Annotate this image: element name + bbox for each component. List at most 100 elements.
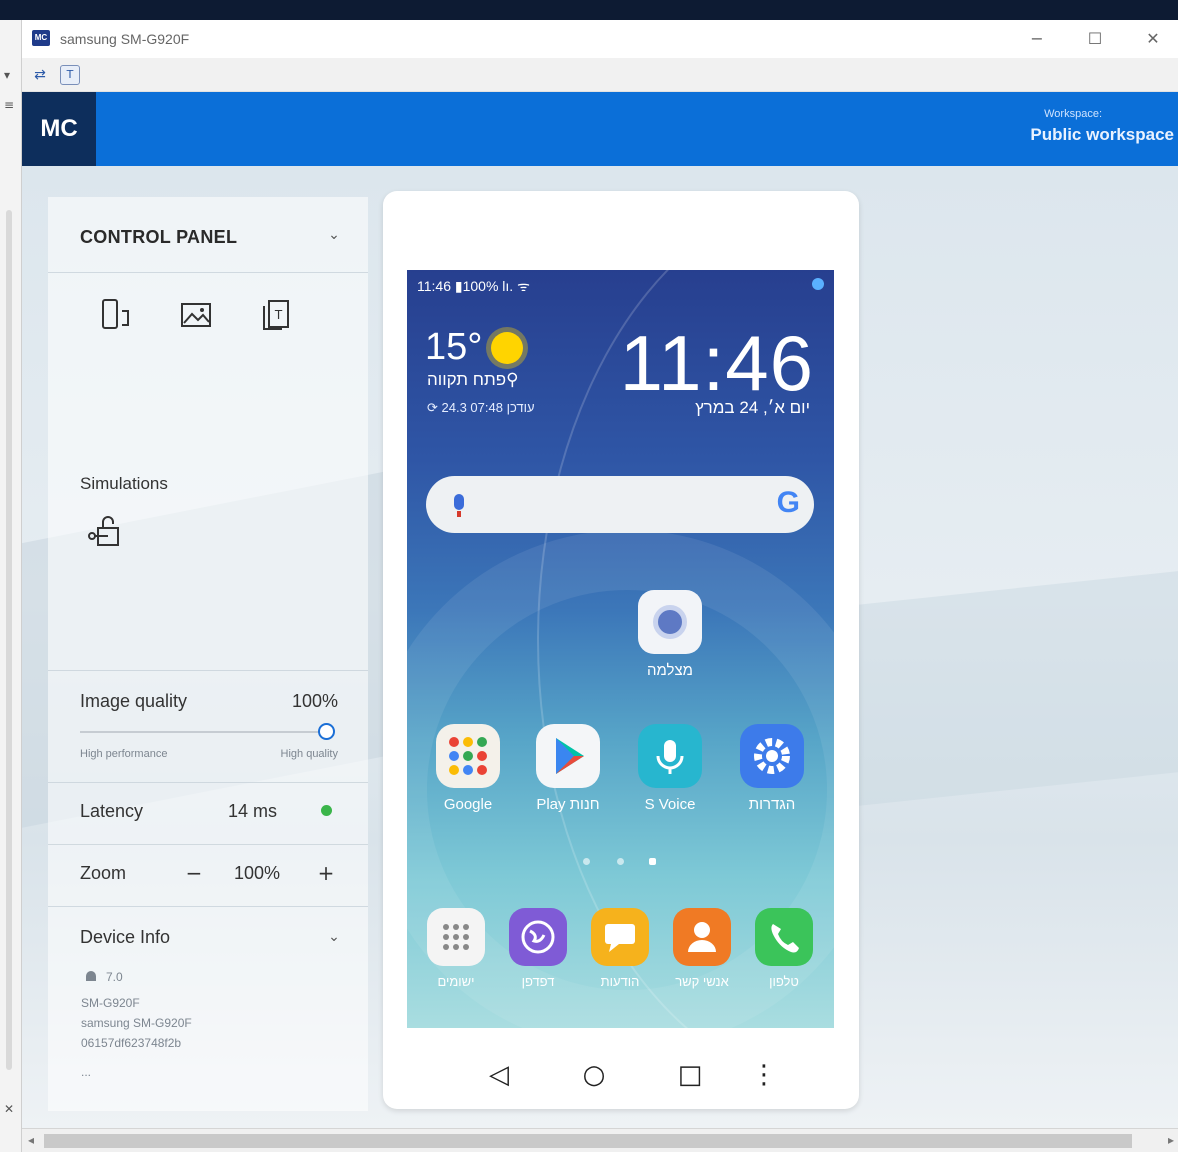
app-icon-messages[interactable]: הודעות (587, 908, 653, 989)
phone-frame: 11:46 ▮100% lı. ᯤ 15° פתח תקווה⚲ ⟳ 24.3 … (383, 191, 859, 1109)
device-info-label: Device Info (80, 927, 171, 947)
control-panel-title: CONTROL PANEL (80, 227, 238, 247)
device-name: samsung SM-G920F (81, 1016, 192, 1030)
camera-label: מצלמה (647, 662, 693, 679)
camera-icon (638, 590, 702, 654)
app-icon-google[interactable]: Google (435, 724, 501, 813)
zoom-in-button[interactable]: + (316, 863, 336, 883)
mc-logo[interactable]: MC (22, 92, 96, 166)
device-serial: 06157df623748f2b (81, 1036, 182, 1050)
app-label: ישומים (437, 974, 475, 989)
image-icon[interactable] (178, 297, 214, 333)
device-window: MC samsung SM-G920F − ☐ ✕ ⇄ T MC Workspa… (22, 20, 1178, 1152)
clock[interactable]: 11:46 (620, 318, 814, 409)
desktop-top-strip (0, 0, 1178, 20)
workspace-name[interactable]: Public workspace (1030, 125, 1174, 145)
app-label: Play חנות (536, 796, 600, 813)
maximize-button[interactable]: ☐ (1072, 24, 1118, 54)
weather-city: פתח תקווה⚲ (427, 370, 519, 389)
page-indicator[interactable] (617, 858, 624, 865)
toolbar: ⇄ T (22, 58, 1178, 92)
minimize-button[interactable]: − (1014, 24, 1060, 54)
zoom-value: 100% (234, 863, 281, 883)
google-logo: G (776, 486, 800, 519)
high-quality-caption: High quality (280, 748, 338, 760)
latency-section: Latency 14 ms (48, 783, 368, 845)
home-button[interactable]: ○ (576, 1057, 612, 1093)
device-info-chevron-icon[interactable]: ⌄ (324, 927, 344, 947)
chat-bubble-icon (591, 908, 649, 966)
text-mode-icon[interactable]: T (60, 65, 80, 85)
camera-app[interactable]: מצלמה (637, 590, 703, 679)
document-text-icon[interactable]: T (258, 297, 294, 333)
app-icon-contacts[interactable]: אנשי קשר (669, 908, 735, 989)
app-icon-play-store[interactable]: Play חנות (535, 724, 601, 813)
svg-text:T: T (274, 308, 283, 322)
latency-status-dot (321, 805, 332, 816)
contact-person-icon (673, 908, 731, 966)
high-performance-caption: High performance (80, 748, 168, 760)
window-title: samsung SM-G920F (60, 31, 190, 47)
latency-label: Latency (80, 801, 144, 821)
google-search-bar[interactable]: G (426, 476, 814, 533)
title-bar: MC samsung SM-G920F − ☐ ✕ (22, 20, 1178, 58)
dropdown-icon[interactable]: ▾ (4, 68, 10, 82)
microphone-icon (638, 724, 702, 788)
weather-temperature[interactable]: 15° (425, 326, 482, 369)
status-indicator-icon (812, 278, 824, 290)
app-label: הגדרות (748, 796, 796, 813)
android-icon (86, 971, 96, 981)
status-bar: 11:46 ▮100% lı. ᯤ (417, 278, 530, 294)
image-quality-slider-thumb[interactable] (318, 723, 335, 740)
app-icon-phone[interactable]: טלפון (751, 908, 817, 989)
apps-grid-icon (427, 908, 485, 966)
os-version: 7.0 (106, 970, 123, 984)
zoom-out-button[interactable]: − (184, 863, 204, 883)
more-menu-button[interactable]: ⋮ (746, 1057, 782, 1093)
app-header: MC Workspace: Public workspace (22, 92, 1178, 166)
left-edge-panel: ▾ ≡ ✕ (0, 20, 22, 1152)
app-label: דפדפן (521, 974, 555, 989)
menu-icon[interactable]: ≡ (4, 98, 14, 112)
workspace-label: Workspace: (1044, 108, 1102, 120)
voice-search-icon[interactable] (454, 494, 464, 510)
horizontal-scrollbar[interactable]: ◂ ▸ (22, 1128, 1178, 1152)
latency-value: 14 ms (228, 801, 278, 821)
recents-button[interactable]: □ (672, 1057, 708, 1093)
scroll-right-icon[interactable]: ▸ (1168, 1133, 1174, 1147)
unlock-simulation-icon[interactable] (86, 511, 126, 551)
image-quality-slider[interactable] (80, 731, 324, 733)
device-rotate-icon[interactable] (98, 297, 134, 333)
close-small-icon[interactable]: ✕ (4, 1102, 14, 1116)
image-quality-value: 100% (291, 691, 338, 711)
vertical-scrollbar[interactable] (6, 210, 12, 1070)
app-icon-settings[interactable]: הגדרות (739, 724, 805, 813)
more-info-ellipsis[interactable]: ... (81, 1065, 91, 1079)
refresh-icon[interactable]: ⇄ (30, 65, 50, 85)
image-quality-label: Image quality (80, 691, 188, 711)
control-panel: CONTROL PANEL ⌄ T Simulations Image qual… (48, 197, 368, 1111)
app-label: טלפון (769, 974, 799, 989)
app-label: Google (443, 796, 493, 813)
chevron-down-icon[interactable]: ⌄ (324, 225, 344, 245)
phone-screen[interactable]: 11:46 ▮100% lı. ᯤ 15° פתח תקווה⚲ ⟳ 24.3 … (407, 270, 834, 1028)
control-panel-header: CONTROL PANEL ⌄ (48, 197, 368, 273)
close-button[interactable]: ✕ (1130, 24, 1176, 54)
phone-handset-icon (755, 908, 813, 966)
app-label: אנשי קשר (675, 974, 729, 989)
background-mountain (832, 565, 1178, 807)
horizontal-scroll-thumb[interactable] (44, 1134, 1132, 1148)
main-area: CONTROL PANEL ⌄ T Simulations Image qual… (22, 166, 1178, 1128)
zoom-section: Zoom − 100% + (48, 845, 368, 907)
scroll-left-icon[interactable]: ◂ (28, 1133, 34, 1147)
globe-icon (509, 908, 567, 966)
app-icon-browser[interactable]: דפדפן (505, 908, 571, 989)
google-folder-icon (436, 724, 500, 788)
app-label: הודעות (600, 974, 640, 989)
home-page-indicator[interactable] (649, 858, 656, 865)
gear-icon (740, 724, 804, 788)
app-icon-apps[interactable]: ישומים (423, 908, 489, 989)
page-indicator[interactable] (583, 858, 590, 865)
app-icon-s-voice[interactable]: S Voice (637, 724, 703, 813)
back-button[interactable]: ◁ (481, 1057, 517, 1093)
